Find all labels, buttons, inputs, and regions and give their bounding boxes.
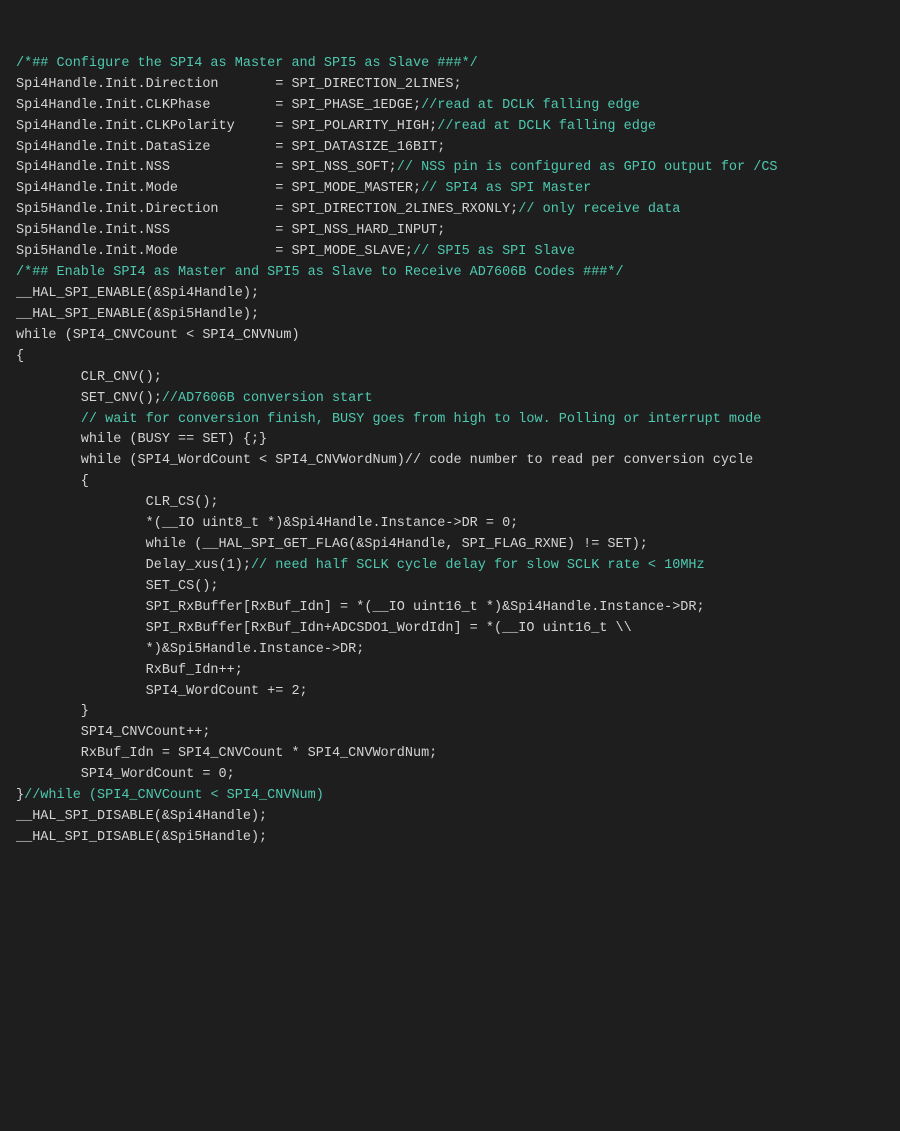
code-line: SPI_RxBuffer[RxBuf_Idn] = *(__IO uint16_…: [16, 598, 884, 619]
code-container: /*## Configure the SPI4 as Master and SP…: [16, 12, 884, 870]
code-line: while (BUSY == SET) {;}: [16, 430, 884, 451]
plain-text: SPI4_WordCount += 2;: [16, 684, 308, 699]
code-line: {: [16, 472, 884, 493]
code-line: }: [16, 702, 884, 723]
code-line: while (SPI4_WordCount < SPI4_CNVWordNum)…: [16, 451, 884, 472]
code-line: Spi4Handle.Init.CLKPhase = SPI_PHASE_1ED…: [16, 96, 884, 117]
plain-text: __HAL_SPI_ENABLE(&Spi4Handle);: [16, 286, 259, 301]
plain-text: Spi4Handle.Init.Mode = SPI_MODE_MASTER;: [16, 181, 421, 196]
code-line: RxBuf_Idn++;: [16, 661, 884, 682]
inline-comment: //while (SPI4_CNVCount < SPI4_CNVNum): [24, 788, 324, 803]
inline-comment: //read at DCLK falling edge: [421, 98, 640, 113]
inline-comment: // SPI4 as SPI Master: [421, 181, 591, 196]
plain-text: SET_CS();: [16, 579, 219, 594]
plain-text: RxBuf_Idn++;: [16, 663, 243, 678]
inline-comment: // only receive data: [518, 202, 680, 217]
comment-text: // wait for conversion finish, BUSY goes…: [16, 412, 761, 427]
code-line: Spi4Handle.Init.Mode = SPI_MODE_MASTER;/…: [16, 179, 884, 200]
plain-text: Spi4Handle.Init.DataSize = SPI_DATASIZE_…: [16, 140, 445, 155]
code-line: RxBuf_Idn = SPI4_CNVCount * SPI4_CNVWord…: [16, 744, 884, 765]
code-line: __HAL_SPI_ENABLE(&Spi5Handle);: [16, 305, 884, 326]
plain-text: Spi4Handle.Init.CLKPhase = SPI_PHASE_1ED…: [16, 98, 421, 113]
inline-comment: // SPI5 as SPI Slave: [413, 244, 575, 259]
code-line: /*## Configure the SPI4 as Master and SP…: [16, 54, 884, 75]
code-line: while (SPI4_CNVCount < SPI4_CNVNum): [16, 326, 884, 347]
plain-text: while (BUSY == SET) {;}: [16, 432, 267, 447]
code-line: *(__IO uint8_t *)&Spi4Handle.Instance->D…: [16, 514, 884, 535]
plain-text: SPI_RxBuffer[RxBuf_Idn+ADCSDO1_WordIdn] …: [16, 621, 632, 636]
code-line: Spi4Handle.Init.DataSize = SPI_DATASIZE_…: [16, 138, 884, 159]
plain-text: {: [16, 349, 24, 364]
inline-comment: // NSS pin is configured as GPIO output …: [397, 160, 778, 175]
plain-text: SPI4_WordCount = 0;: [16, 767, 235, 782]
code-line: Delay_xus(1);// need half SCLK cycle del…: [16, 556, 884, 577]
plain-text: }: [16, 704, 89, 719]
plain-text: while (SPI4_WordCount < SPI4_CNVWordNum)…: [16, 453, 753, 468]
code-line: SPI_RxBuffer[RxBuf_Idn+ADCSDO1_WordIdn] …: [16, 619, 884, 640]
inline-comment: //AD7606B conversion start: [162, 391, 373, 406]
code-line: __HAL_SPI_DISABLE(&Spi4Handle);: [16, 807, 884, 828]
plain-text: *(__IO uint8_t *)&Spi4Handle.Instance->D…: [16, 516, 518, 531]
plain-text: __HAL_SPI_DISABLE(&Spi5Handle);: [16, 830, 267, 845]
plain-text: SET_CNV();: [16, 391, 162, 406]
code-line: // wait for conversion finish, BUSY goes…: [16, 410, 884, 431]
code-line: }//while (SPI4_CNVCount < SPI4_CNVNum): [16, 786, 884, 807]
code-line: SPI4_WordCount += 2;: [16, 682, 884, 703]
code-line: SPI4_WordCount = 0;: [16, 765, 884, 786]
code-line: /*## Enable SPI4 as Master and SPI5 as S…: [16, 263, 884, 284]
plain-text: }: [16, 788, 24, 803]
inline-comment: // need half SCLK cycle delay for slow S…: [251, 558, 705, 573]
plain-text: Spi4Handle.Init.NSS = SPI_NSS_SOFT;: [16, 160, 397, 175]
code-line: __HAL_SPI_ENABLE(&Spi4Handle);: [16, 284, 884, 305]
code-line: Spi5Handle.Init.NSS = SPI_NSS_HARD_INPUT…: [16, 221, 884, 242]
plain-text: __HAL_SPI_DISABLE(&Spi4Handle);: [16, 809, 267, 824]
code-line: SPI4_CNVCount++;: [16, 723, 884, 744]
code-line: SET_CS();: [16, 577, 884, 598]
code-line: Spi4Handle.Init.NSS = SPI_NSS_SOFT;// NS…: [16, 158, 884, 179]
plain-text: Spi5Handle.Init.Direction = SPI_DIRECTIO…: [16, 202, 518, 217]
plain-text: {: [16, 474, 89, 489]
inline-comment: //read at DCLK falling edge: [437, 119, 656, 134]
code-line: CLR_CNV();: [16, 368, 884, 389]
plain-text: Spi5Handle.Init.Mode = SPI_MODE_SLAVE;: [16, 244, 413, 259]
plain-text: *)&Spi5Handle.Instance->DR;: [16, 642, 364, 657]
plain-text: CLR_CNV();: [16, 370, 162, 385]
plain-text: Spi4Handle.Init.CLKPolarity = SPI_POLARI…: [16, 119, 437, 134]
plain-text: __HAL_SPI_ENABLE(&Spi5Handle);: [16, 307, 259, 322]
code-line: SET_CNV();//AD7606B conversion start: [16, 389, 884, 410]
plain-text: Spi4Handle.Init.Direction = SPI_DIRECTIO…: [16, 77, 462, 92]
code-line: CLR_CS();: [16, 493, 884, 514]
plain-text: SPI_RxBuffer[RxBuf_Idn] = *(__IO uint16_…: [16, 600, 705, 615]
plain-text: CLR_CS();: [16, 495, 219, 510]
code-line: {: [16, 347, 884, 368]
comment-text: /*## Configure the SPI4 as Master and SP…: [16, 56, 478, 71]
code-line: Spi5Handle.Init.Direction = SPI_DIRECTIO…: [16, 200, 884, 221]
plain-text: SPI4_CNVCount++;: [16, 725, 210, 740]
plain-text: while (__HAL_SPI_GET_FLAG(&Spi4Handle, S…: [16, 537, 648, 552]
comment-text: /*## Enable SPI4 as Master and SPI5 as S…: [16, 265, 624, 280]
code-line: *)&Spi5Handle.Instance->DR;: [16, 640, 884, 661]
code-line: Spi4Handle.Init.CLKPolarity = SPI_POLARI…: [16, 117, 884, 138]
code-line: __HAL_SPI_DISABLE(&Spi5Handle);: [16, 828, 884, 849]
code-line: while (__HAL_SPI_GET_FLAG(&Spi4Handle, S…: [16, 535, 884, 556]
code-line: Spi5Handle.Init.Mode = SPI_MODE_SLAVE;//…: [16, 242, 884, 263]
plain-text: RxBuf_Idn = SPI4_CNVCount * SPI4_CNVWord…: [16, 746, 437, 761]
plain-text: while (SPI4_CNVCount < SPI4_CNVNum): [16, 328, 300, 343]
plain-text: Spi5Handle.Init.NSS = SPI_NSS_HARD_INPUT…: [16, 223, 445, 238]
code-line: Spi4Handle.Init.Direction = SPI_DIRECTIO…: [16, 75, 884, 96]
plain-text: Delay_xus(1);: [16, 558, 251, 573]
